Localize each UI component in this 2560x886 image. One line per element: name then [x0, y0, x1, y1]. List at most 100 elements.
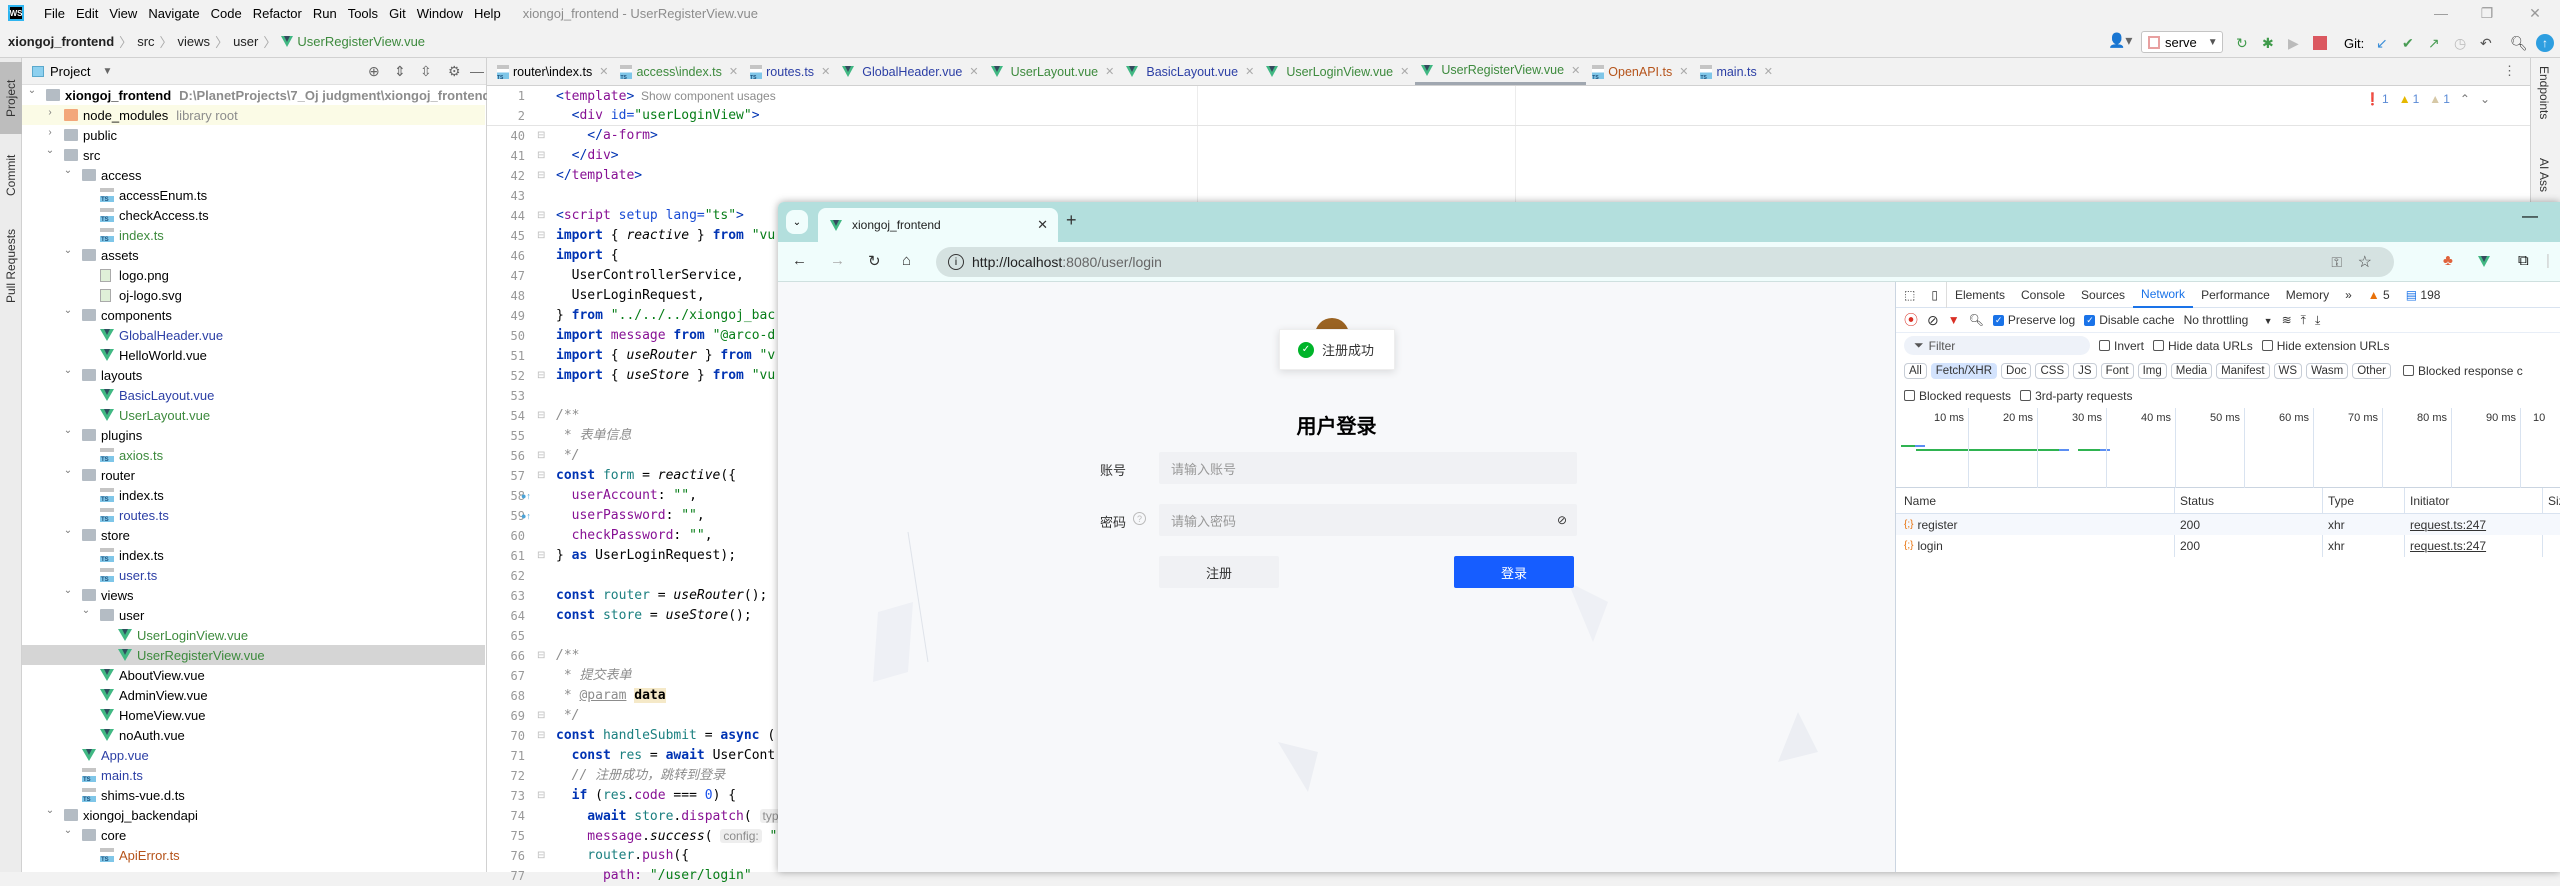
chevron-down-icon[interactable]: ▼ [102, 66, 112, 77]
close-tab-icon[interactable]: ✕ [1037, 217, 1048, 233]
filter-chip-manifest[interactable]: Manifest [2216, 362, 2270, 379]
column-header-type[interactable]: Type [2328, 488, 2354, 513]
run-config-select[interactable]: serve ▼ [2141, 31, 2223, 53]
extensions-puzzle-icon[interactable]: ⧉ [2518, 252, 2529, 269]
tree-item[interactable]: ⌄ layouts [22, 365, 485, 385]
menu-navigate[interactable]: Navigate [148, 6, 199, 21]
chevron-right-icon[interactable]: › [44, 107, 56, 118]
site-info-icon[interactable]: i [948, 254, 964, 270]
breadcrumb-src[interactable]: src [137, 34, 154, 49]
stop-icon[interactable] [2313, 36, 2327, 50]
tree-item[interactable]: › node_modules library root [22, 105, 485, 125]
filter-chip-ws[interactable]: WS [2273, 362, 2303, 379]
network-request-row[interactable]: {;} login 200 xhr request.ts:247 [1896, 535, 2560, 556]
breadcrumb-user[interactable]: user [233, 34, 258, 49]
fold-icon[interactable]: ⊟ [537, 226, 545, 246]
devtools-tab-sources[interactable]: Sources [2073, 282, 2133, 308]
debug-icon[interactable]: ✱ [2262, 33, 2274, 53]
fold-icon[interactable]: ⊟ [537, 206, 545, 226]
home-icon[interactable]: ⌂ [902, 252, 911, 269]
tree-item[interactable]: TS axios.ts [22, 445, 485, 465]
tree-item[interactable]: UserRegisterView.vue [22, 645, 485, 665]
menu-window[interactable]: Window [417, 6, 463, 21]
close-tab-icon[interactable]: ✕ [821, 65, 830, 78]
tree-item[interactable]: TS accessEnum.ts [22, 185, 485, 205]
devtools-tab-elements[interactable]: Elements [1947, 282, 2013, 308]
chevron-down-icon[interactable]: ⌄ [62, 525, 74, 536]
tree-item[interactable]: TS ApiError.ts [22, 845, 485, 865]
tree-item[interactable]: noAuth.vue [22, 725, 485, 745]
rerun-icon[interactable]: ↻ [2236, 33, 2248, 53]
tree-item[interactable]: AboutView.vue [22, 665, 485, 685]
rollback-icon[interactable]: ↶ [2480, 33, 2492, 53]
reload-icon[interactable]: ↻ [868, 252, 881, 270]
register-button[interactable]: 注册 [1159, 556, 1279, 588]
editor-tab[interactable]: TS OpenAPI.ts ✕ [1586, 58, 1694, 85]
chevron-down-icon[interactable]: ⌄ [62, 245, 74, 256]
tree-item[interactable]: logo.png [22, 265, 485, 285]
user-icon[interactable]: 👤▾ [2108, 30, 2132, 50]
hide-data-urls-checkbox[interactable]: Hide data URLs [2153, 339, 2253, 353]
vue-devtools-icon[interactable] [2478, 252, 2494, 269]
chevron-right-icon[interactable]: › [44, 127, 56, 138]
network-conditions-icon[interactable]: ≋ [2282, 313, 2292, 327]
filter-chip-other[interactable]: Other [2352, 362, 2391, 379]
tree-item[interactable]: UserLayout.vue [22, 405, 485, 425]
collapse-all-icon[interactable]: ⇳ [420, 63, 432, 80]
preserve-log-checkbox[interactable]: Preserve log [1992, 313, 2075, 327]
close-tab-icon[interactable]: ✕ [1245, 65, 1254, 78]
browser-tab[interactable]: xiongoj_frontend ✕ [818, 208, 1058, 242]
chevron-down-icon[interactable]: ⌄ [62, 305, 74, 316]
tree-item[interactable]: UserLoginView.vue [22, 625, 485, 645]
filter-chip-media[interactable]: Media [2170, 362, 2213, 379]
tree-item[interactable]: HelloWorld.vue [22, 345, 485, 365]
tree-item[interactable]: ⌄ src [22, 145, 485, 165]
tree-item[interactable]: BasicLayout.vue [22, 385, 485, 405]
editor-tab[interactable]: TS router\index.ts ✕ [491, 58, 614, 85]
tool-window-project[interactable]: Project [0, 62, 22, 134]
editor-tab[interactable]: UserLayout.vue ✕ [985, 58, 1121, 85]
tree-item[interactable]: TS checkAccess.ts [22, 205, 485, 225]
tree-item[interactable]: ⌄ plugins [22, 425, 485, 445]
import-har-icon[interactable]: ⤒ [2301, 313, 2306, 328]
tool-window-commit[interactable]: Commit [0, 140, 22, 210]
fold-icon[interactable]: ⊟ [537, 846, 545, 866]
tree-item[interactable]: TS main.ts [22, 765, 485, 785]
tree-item[interactable]: ⌄ xiongoj_frontend D:\PlanetProjects\7_Oj … [22, 85, 491, 105]
chevron-down-icon[interactable]: ⌄ [62, 165, 74, 176]
fold-icon[interactable]: ⊟ [537, 146, 545, 166]
close-window-icon[interactable]: ✕ [2512, 0, 2558, 26]
tree-item[interactable]: ⌄ xiongoj_backendapi [22, 805, 485, 825]
warnings-badge[interactable]: ▲ 5 [2360, 282, 2398, 308]
close-tab-icon[interactable]: ✕ [729, 65, 738, 78]
fold-icon[interactable]: ⊟ [537, 466, 545, 486]
eye-invisible-icon[interactable]: ⊘ [1557, 513, 1567, 527]
filter-funnel-icon[interactable]: ▼ [1948, 313, 1960, 327]
chevron-down-icon[interactable]: ⌄ [44, 805, 56, 816]
previous-issue-icon[interactable]: ⌃ [2460, 92, 2470, 106]
network-overview-timeline[interactable]: 10 ms 20 ms 30 ms 40 ms 50 ms 60 ms 70 ms 80 ms… [1896, 408, 2560, 488]
git-push-icon[interactable]: ↗ [2428, 33, 2440, 53]
minimize-browser-icon[interactable]: — [2522, 208, 2538, 226]
disable-cache-checkbox[interactable]: Disable cache [2084, 313, 2175, 327]
tree-item[interactable]: › public [22, 125, 485, 145]
close-tab-icon[interactable]: ✕ [1679, 65, 1688, 78]
history-icon[interactable]: ◷ [2454, 33, 2466, 53]
filter-chip-wasm[interactable]: Wasm [2306, 362, 2349, 379]
tree-item[interactable]: HomeView.vue [22, 705, 485, 725]
back-icon[interactable]: ← [792, 252, 807, 269]
devtools-tab-network[interactable]: Network [2133, 282, 2194, 308]
chevron-down-icon[interactable]: ⌄ [62, 425, 74, 436]
filter-chip-fetch-xhr[interactable]: Fetch/XHR [1930, 362, 1998, 379]
inspection-widget[interactable]: ❗ 1 ▲ 1 ▲ 1 ⌃ ⌄ [2365, 92, 2490, 106]
editor-tab[interactable]: TS access\index.ts ✕ [614, 58, 744, 85]
fold-icon[interactable]: ⊟ [537, 706, 545, 726]
network-request-row[interactable]: {;} register 200 xhr request.ts:247 [1896, 514, 2560, 535]
fold-icon[interactable]: ⊟ [537, 646, 545, 666]
editor-tab[interactable]: TS main.ts ✕ [1694, 58, 1779, 85]
inspect-element-icon[interactable]: ⬚ [1896, 282, 1923, 308]
record-icon[interactable]: ⦿ [1904, 310, 1918, 330]
throttling-select[interactable]: No throttling ▼ [2184, 313, 2273, 327]
tree-item[interactable]: AdminView.vue [22, 685, 485, 705]
close-tab-icon[interactable]: ✕ [1105, 65, 1114, 78]
